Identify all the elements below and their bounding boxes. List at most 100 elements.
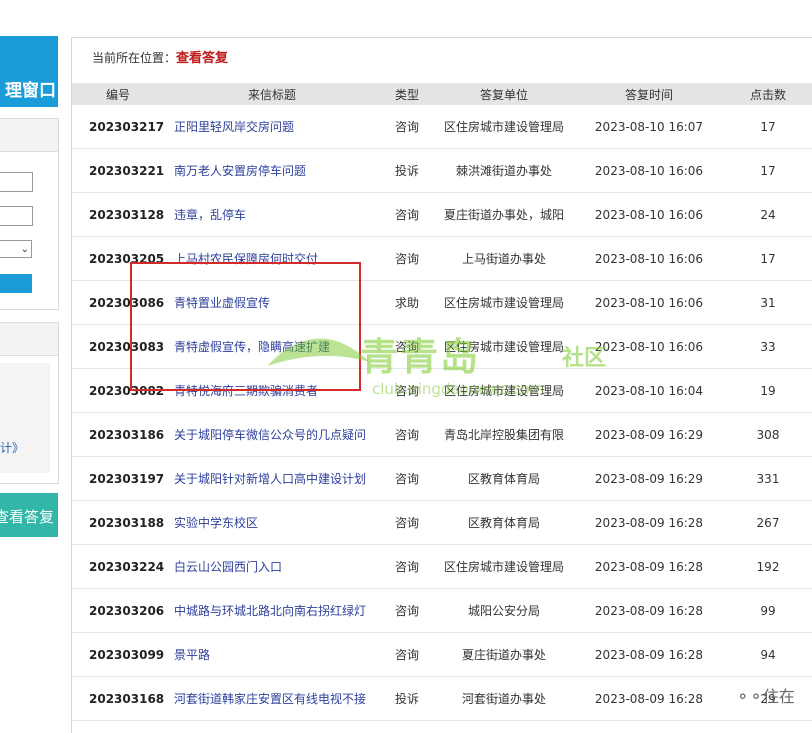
view-reply-button[interactable]: 查看答复 xyxy=(0,493,58,537)
cell-unit: 区住房城市建设管理局 xyxy=(434,105,574,149)
cell-time: 2023-08-10 16:07 xyxy=(574,105,724,149)
cell-title[interactable]: 中城路与环城北路北向南右拐红绿灯 xyxy=(164,588,380,633)
table-row: 202303099 景平路 咨询 夏庄街道办事处 2023-08-09 16:28 94 xyxy=(72,632,812,677)
table-header-row: 编号 来信标题 类型 答复单位 答复时间 点击数 xyxy=(72,83,812,105)
breadcrumb-current: 查看答复 xyxy=(176,51,229,66)
header-unit: 答复单位 xyxy=(434,83,574,105)
cell-time: 2023-08-09 16:28 xyxy=(574,632,724,677)
info-panel-body xyxy=(0,363,50,473)
header-id: 编号 xyxy=(72,83,164,105)
table-row: 202303217 正阳里轻风岸交房问题 咨询 区住房城市建设管理局 2023-08-1… xyxy=(72,105,812,149)
cell-title[interactable]: 关于城阳针对新增人口高中建设计划 xyxy=(164,456,380,501)
cell-type: 咨询 xyxy=(380,192,434,237)
cell-clicks: 17 xyxy=(724,148,812,193)
cell-type: 咨询 xyxy=(380,544,434,589)
cell-clicks: 31 xyxy=(724,280,812,325)
cell-clicks: 17 xyxy=(724,236,812,281)
cell-type: 求助 xyxy=(380,280,434,325)
cell-clicks: 267 xyxy=(724,500,812,545)
window-banner: 理窗口 xyxy=(0,36,58,107)
cell-unit: 区教育体育局 xyxy=(434,456,574,501)
cell-time: 2023-08-09 16:28 xyxy=(574,676,724,721)
cell-type: 咨询 xyxy=(380,456,434,501)
info-link[interactable]: 计》 xyxy=(0,439,24,456)
cell-type: 投诉 xyxy=(380,676,434,721)
info-panel: 计》 xyxy=(0,322,59,484)
cell-title[interactable]: 实验中学东校区 xyxy=(164,500,380,545)
table-row: 202303197 关于城阳针对新增人口高中建设计划 咨询 区教育体育局 2023-08… xyxy=(72,456,812,501)
table-row: 202303168 河套街道韩家庄安置区有线电视不接 投诉 河套街道办事处 2023-0… xyxy=(72,676,812,721)
cell-clicks: 24 xyxy=(724,192,812,237)
cell-unit: 城阳公安分局 xyxy=(434,588,574,633)
cell-time: 2023-08-10 16:06 xyxy=(574,148,724,193)
cell-id: 202303224 xyxy=(72,544,164,589)
cell-unit: 区教育体育局 xyxy=(434,500,574,545)
cell-clicks: 94 xyxy=(724,632,812,677)
cell-id: 202303186 xyxy=(72,412,164,457)
cell-time: 2023-08-09 16:28 xyxy=(574,500,724,545)
cell-time: 2023-08-10 16:06 xyxy=(574,236,724,281)
cell-type: 咨询 xyxy=(380,105,434,149)
query-submit-button[interactable] xyxy=(0,274,32,293)
cell-time: 2023-08-09 16:29 xyxy=(574,456,724,501)
corner-text: 住在 xyxy=(762,687,795,706)
cell-unit: 棘洪滩街道办事处 xyxy=(434,148,574,193)
cell-time: 2023-08-09 16:28 xyxy=(574,588,724,633)
cell-unit: 上马街道办事处 xyxy=(434,236,574,281)
cell-time: 2023-08-10 16:04 xyxy=(574,368,724,413)
info-panel-header xyxy=(0,323,58,356)
cell-title[interactable]: 河套街道韩家庄安置区有线电视不接 xyxy=(164,676,380,721)
cell-clicks: 19 xyxy=(724,368,812,413)
table-row: 202303224 白云山公园西门入口 咨询 区住房城市建设管理局 2023-08-09… xyxy=(72,544,812,589)
header-type: 类型 xyxy=(380,83,434,105)
cell-type: 咨询 xyxy=(380,500,434,545)
cell-title[interactable]: 正阳里轻风岸交房问题 xyxy=(164,105,380,149)
cell-title[interactable]: 白云山公园西门入口 xyxy=(164,544,380,589)
header-title: 来信标题 xyxy=(164,83,380,105)
chevron-down-icon: ⌄ xyxy=(20,244,29,255)
cell-id: 202303188 xyxy=(72,500,164,545)
table-row: 202303186 关于城阳停车微信公众号的几点疑问 咨询 青岛北岸控股集团有限 202… xyxy=(72,412,812,457)
query-select[interactable]: ⌄ xyxy=(0,240,32,258)
cell-time: 2023-08-09 16:28 xyxy=(574,544,724,589)
left-sidebar: 理窗口 ⌄ 计》 查看答复 xyxy=(0,0,66,732)
cell-time: 2023-08-09 16:29 xyxy=(574,412,724,457)
cell-title[interactable]: 景平路 xyxy=(164,632,380,677)
cell-unit: 区住房城市建设管理局 xyxy=(434,544,574,589)
query-input-1[interactable] xyxy=(0,172,33,192)
cell-time: 2023-08-10 16:06 xyxy=(574,280,724,325)
cell-type: 咨询 xyxy=(380,324,434,369)
cell-unit: 夏庄街道办事处 xyxy=(434,632,574,677)
reply-table: 编号 来信标题 类型 答复单位 答复时间 点击数 202303217 正阳里轻风岸… xyxy=(72,83,812,721)
cell-unit: 区住房城市建设管理局 xyxy=(434,368,574,413)
cell-type: 咨询 xyxy=(380,368,434,413)
cell-type: 投诉 xyxy=(380,148,434,193)
cell-id: 202303128 xyxy=(72,192,164,237)
cell-id: 202303099 xyxy=(72,632,164,677)
cell-unit: 河套街道办事处 xyxy=(434,676,574,721)
cell-type: 咨询 xyxy=(380,588,434,633)
breadcrumb-prefix: 当前所在位置： xyxy=(92,51,177,65)
cell-title[interactable]: 关于城阳停车微信公众号的几点疑问 xyxy=(164,412,380,457)
cell-unit: 区住房城市建设管理局 xyxy=(434,324,574,369)
cell-clicks: 99 xyxy=(724,588,812,633)
cell-unit: 青岛北岸控股集团有限 xyxy=(434,412,574,457)
header-clicks: 点击数 xyxy=(724,83,812,105)
corner-watermark: ⚬⚬住在 xyxy=(736,683,795,707)
cell-clicks: 17 xyxy=(724,105,812,149)
cell-unit: 区住房城市建设管理局 xyxy=(434,280,574,325)
cell-unit: 夏庄街道办事处，城阳 xyxy=(434,192,574,237)
breadcrumb: 当前所在位置：查看答复 xyxy=(92,47,228,66)
query-input-2[interactable] xyxy=(0,206,33,226)
highlight-box xyxy=(130,262,361,391)
cell-type: 咨询 xyxy=(380,632,434,677)
wechat-icon: ⚬⚬ xyxy=(736,687,763,706)
cell-title[interactable]: 违章，乱停车 xyxy=(164,192,380,237)
cell-title[interactable]: 南万老人安置房停车问题 xyxy=(164,148,380,193)
table-row: 202303206 中城路与环城北路北向南右拐红绿灯 咨询 城阳公安分局 2023-08… xyxy=(72,588,812,633)
table-row: 202303188 实验中学东校区 咨询 区教育体育局 2023-08-09 16:28… xyxy=(72,500,812,545)
cell-type: 咨询 xyxy=(380,412,434,457)
cell-clicks: 331 xyxy=(724,456,812,501)
header-time: 答复时间 xyxy=(574,83,724,105)
cell-id: 202303217 xyxy=(72,105,164,149)
